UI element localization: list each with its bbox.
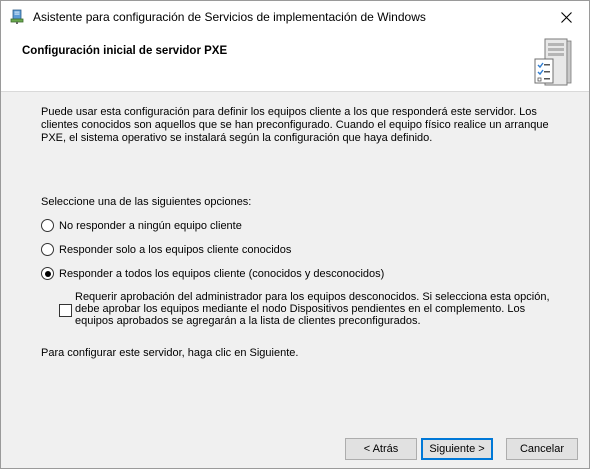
radio-all-clients[interactable]: [41, 267, 54, 280]
close-button[interactable]: [543, 1, 589, 33]
wds-app-icon: [9, 9, 25, 25]
title-bar: Asistente para configuración de Servicio…: [1, 1, 589, 33]
server-checklist-icon: [529, 37, 577, 89]
wizard-header: Configuración inicial de servidor PXE: [1, 33, 589, 92]
option-label: Responder a todos los equipos cliente (c…: [59, 267, 385, 280]
wizard-window: Asistente para configuración de Servicio…: [0, 0, 590, 469]
cancel-button[interactable]: Cancelar: [506, 438, 578, 460]
wizard-content: Puede usar esta configuración para defin…: [1, 92, 589, 428]
option-known-only[interactable]: Responder solo a los equipos cliente con…: [41, 243, 291, 256]
option-label: Responder solo a los equipos cliente con…: [59, 243, 292, 256]
option-all-clients[interactable]: Responder a todos los equipos cliente (c…: [41, 267, 384, 280]
approval-option[interactable]: Requerir aprobación del administrador pa…: [59, 291, 559, 327]
options-prompt: Seleccione una de las siguientes opcione…: [41, 196, 252, 208]
approval-label: Requerir aprobación del administrador pa…: [75, 291, 550, 327]
radio-no-respond[interactable]: [41, 219, 54, 232]
option-no-respond[interactable]: No responder a ningún equipo cliente: [41, 219, 242, 232]
description-text: Puede usar esta configuración para defin…: [41, 106, 549, 144]
instruction-text: Para configurar este servidor, haga clic…: [41, 347, 299, 359]
back-button[interactable]: < Atrás: [345, 438, 417, 460]
approval-checkbox[interactable]: [59, 304, 72, 317]
option-label: No responder a ningún equipo cliente: [59, 219, 242, 232]
page-title: Configuración inicial de servidor PXE: [22, 45, 228, 57]
radio-known-only[interactable]: [41, 243, 54, 256]
window-title: Asistente para configuración de Servicio…: [33, 10, 426, 24]
next-button[interactable]: Siguiente >: [421, 438, 493, 460]
close-icon: [560, 11, 572, 23]
